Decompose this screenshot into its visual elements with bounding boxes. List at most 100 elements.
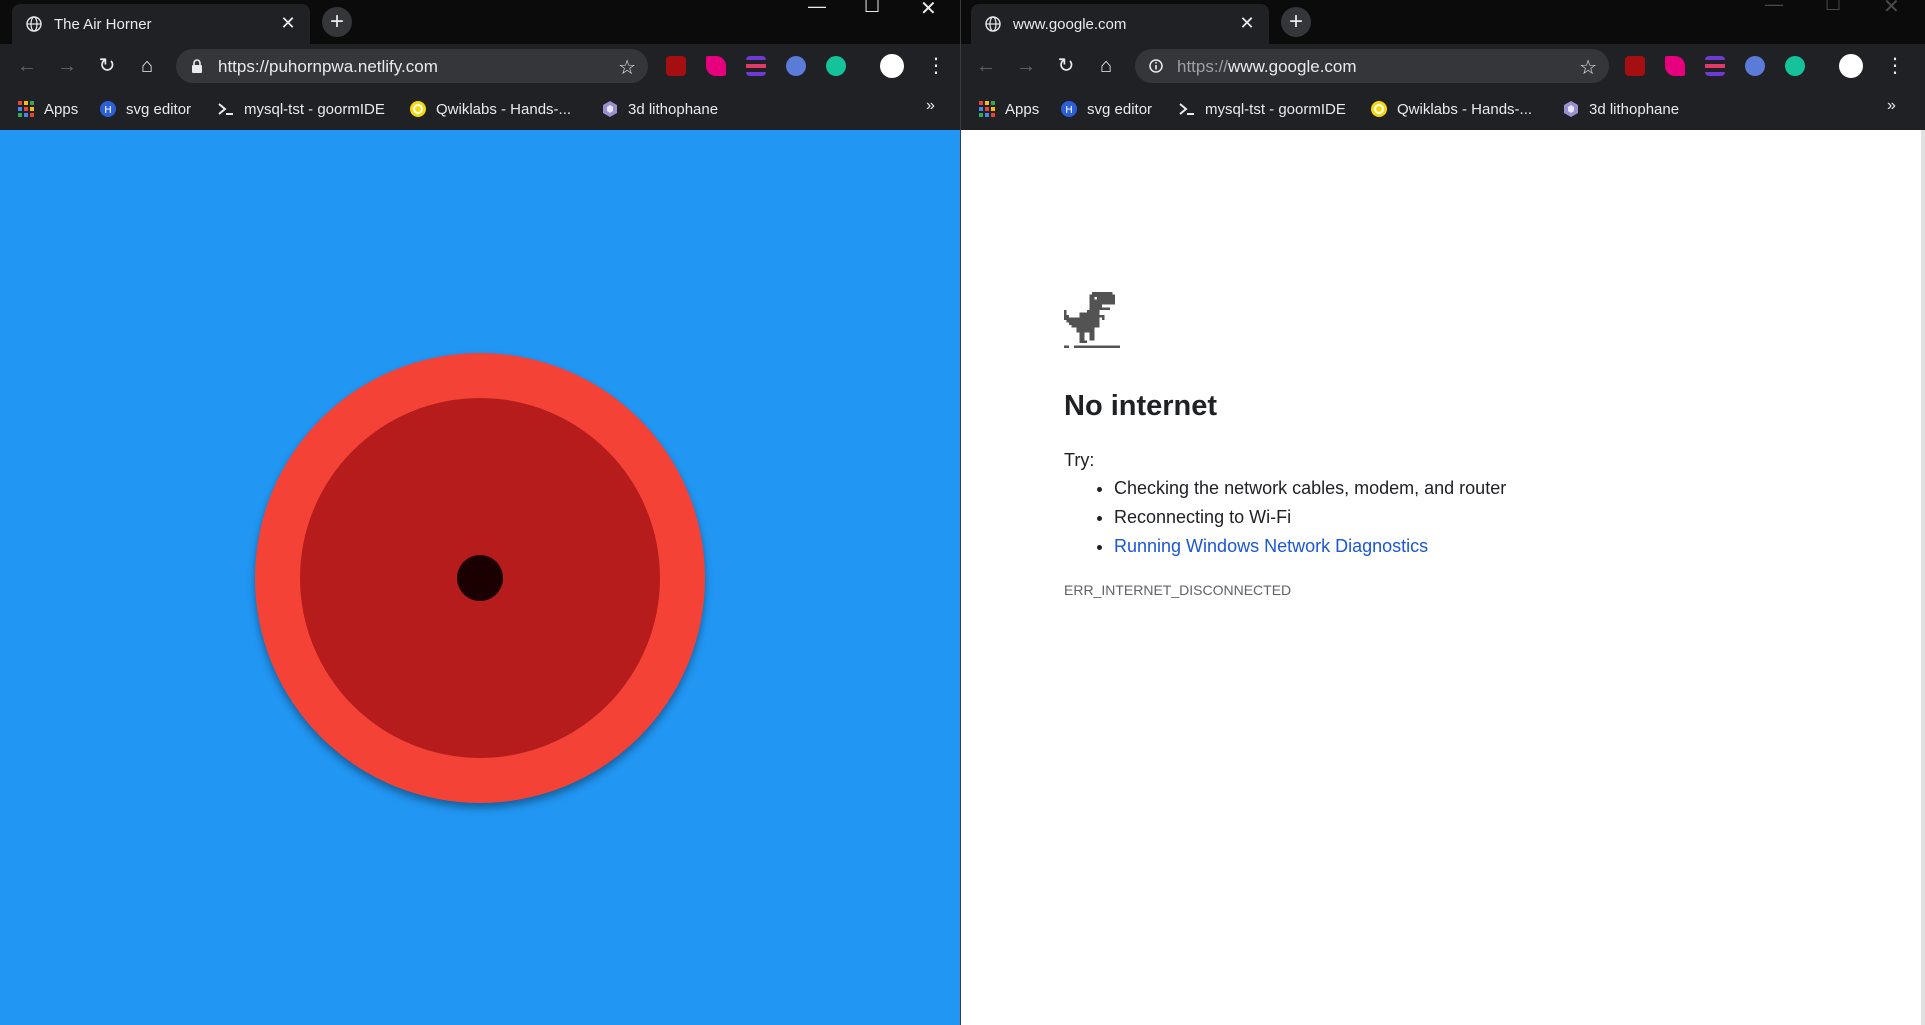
close-tab-icon[interactable]: ✕ [278,13,298,33]
more-menu-icon[interactable]: ⋮ [1885,54,1905,78]
bookmark-svg-editor[interactable]: H svg editor [1061,97,1152,121]
minimize-icon[interactable]: — [1765,0,1783,14]
no-internet-error-page: No internet Try: Checking the network ca… [961,130,1925,1025]
more-bookmarks-chevron-icon[interactable]: » [926,97,935,115]
scrollbar[interactable] [1921,130,1925,1025]
bookmark-apps[interactable]: Apps [979,97,1039,121]
bookmark-svg-editor[interactable]: H svg editor [100,97,191,121]
try-label: Try: [1064,450,1095,470]
purple-stripes-extension-icon[interactable] [1705,56,1725,76]
info-icon [1149,59,1163,73]
apps-grid-icon [18,101,34,117]
pink-extension-icon[interactable] [706,56,726,76]
profile-avatar[interactable] [880,54,904,78]
air-horn-button[interactable] [255,353,705,803]
horn-inner-ring [300,398,660,758]
url-text: https://puhornpwa.netlify.com [218,57,438,76]
tab-strip: The Air Horner ✕ + — ☐ ✕ [0,0,960,44]
svg-text:H: H [104,105,112,116]
back-arrow-icon[interactable]: ← [14,53,40,79]
grammarly-icon[interactable] [1785,56,1805,76]
new-tab-button[interactable]: + [322,7,352,37]
lithophane-icon [603,101,617,117]
globe-icon [26,16,42,32]
terminal-icon [218,103,233,115]
bookmark-label: Apps [1005,100,1040,118]
svg-text:H: H [1065,105,1073,116]
bookmark-label: Qwiklabs - Hands-... [1397,100,1533,118]
forward-arrow-icon[interactable]: → [1013,53,1039,79]
purple-stripes-extension-icon[interactable] [746,56,766,76]
address-bar[interactable]: https://www.google.com ☆ [1135,49,1609,83]
bookmark-qwiklabs[interactable]: Qwiklabs - Hands-... [410,97,571,121]
bookmark-label: 3d lithophane [1589,100,1680,118]
bookmark-label: Apps [44,100,79,118]
network-diagnostics-link[interactable]: Running Windows Network Diagnostics [1114,536,1428,556]
url-scheme: https:// [1177,57,1229,76]
offline-dino-icon[interactable] [1064,292,1120,348]
suggestion-item: Reconnecting to Wi-Fi [1114,503,1506,532]
ublock-origin-icon[interactable] [1625,56,1645,76]
tab-strip: www.google.com ✕ + — ☐ ✕ [961,0,1925,44]
bookmark-3d-lithophane[interactable]: 3d lithophane [602,97,718,121]
bookmark-label: mysql-tst - goormIDE [1205,100,1346,118]
maximize-icon[interactable]: ☐ [864,0,880,16]
bookmark-qwiklabs[interactable]: Qwiklabs - Hands-... [1371,97,1532,121]
close-window-icon[interactable]: ✕ [1883,0,1900,18]
ublock-origin-icon[interactable] [666,56,686,76]
more-menu-icon[interactable]: ⋮ [926,54,946,78]
lithophane-icon [1564,101,1578,117]
svg-editor-icon: H [1061,101,1077,117]
minimize-icon[interactable]: — [808,0,826,16]
pink-extension-icon[interactable] [1665,56,1685,76]
bookmark-goormide[interactable]: mysql-tst - goormIDE [1179,97,1346,121]
home-icon[interactable]: ⌂ [1093,53,1119,79]
tab-title: www.google.com [1013,16,1127,33]
globe-icon [985,16,1001,32]
horn-center-dot [457,555,503,601]
apps-grid-icon [979,101,995,117]
toolbar: ← → ↻ ⌂ https://www.google.com ☆ ⋮ [961,44,1925,88]
qwiklabs-icon [1371,101,1387,117]
lock-icon [192,59,202,73]
suggestion-item: Checking the network cables, modem, and … [1114,474,1506,503]
new-tab-button[interactable]: + [1281,7,1311,37]
forward-arrow-icon[interactable]: → [54,53,80,79]
bookmark-apps[interactable]: Apps [18,97,78,121]
svg-editor-icon: H [100,101,116,117]
air-horner-page [0,130,960,1025]
bookmark-goormide[interactable]: mysql-tst - goormIDE [218,97,385,121]
close-window-icon[interactable]: ✕ [920,0,937,20]
url-text: https://www.google.com [1177,57,1357,77]
bookmark-star-icon[interactable]: ☆ [618,55,636,80]
bookmarks-bar: Apps H svg editor mysql-tst - goormIDE Q… [961,88,1925,131]
tab-google[interactable]: www.google.com ✕ [971,4,1269,44]
bookmark-label: 3d lithophane [628,100,719,118]
tab-air-horner[interactable]: The Air Horner ✕ [12,4,310,44]
maximize-icon[interactable]: ☐ [1825,0,1841,14]
qwiklabs-icon [410,101,426,117]
back-arrow-icon[interactable]: ← [973,53,999,79]
url-host: www.google.com [1228,57,1357,76]
bookmarks-bar: Apps H svg editor mysql-tst - goormIDE Q… [0,88,960,131]
profile-avatar[interactable] [1839,54,1863,78]
home-icon[interactable]: ⌂ [134,53,160,79]
suggestion-item: Running Windows Network Diagnostics [1114,532,1506,561]
reload-icon[interactable]: ↻ [94,53,120,79]
error-title: No internet [1064,390,1218,422]
address-bar[interactable]: https://puhornpwa.netlify.com ☆ [176,49,648,83]
grammarly-icon[interactable] [826,56,846,76]
bookmark-label: svg editor [1087,100,1153,118]
suggestion-list: Checking the network cables, modem, and … [1064,474,1506,561]
glasses-extension-icon[interactable] [1745,56,1765,76]
terminal-icon [1179,103,1194,115]
browser-window-right: www.google.com ✕ + — ☐ ✕ ← → ↻ ⌂ https:/… [961,0,1925,1025]
bookmark-label: Qwiklabs - Hands-... [436,100,572,118]
close-tab-icon[interactable]: ✕ [1237,13,1257,33]
more-bookmarks-chevron-icon[interactable]: » [1887,97,1896,115]
reload-icon[interactable]: ↻ [1053,53,1079,79]
glasses-extension-icon[interactable] [786,56,806,76]
bookmark-3d-lithophane[interactable]: 3d lithophane [1563,97,1679,121]
bookmark-star-icon[interactable]: ☆ [1579,55,1597,80]
toolbar: ← → ↻ ⌂ https://puhornpwa.netlify.com ☆ … [0,44,960,88]
